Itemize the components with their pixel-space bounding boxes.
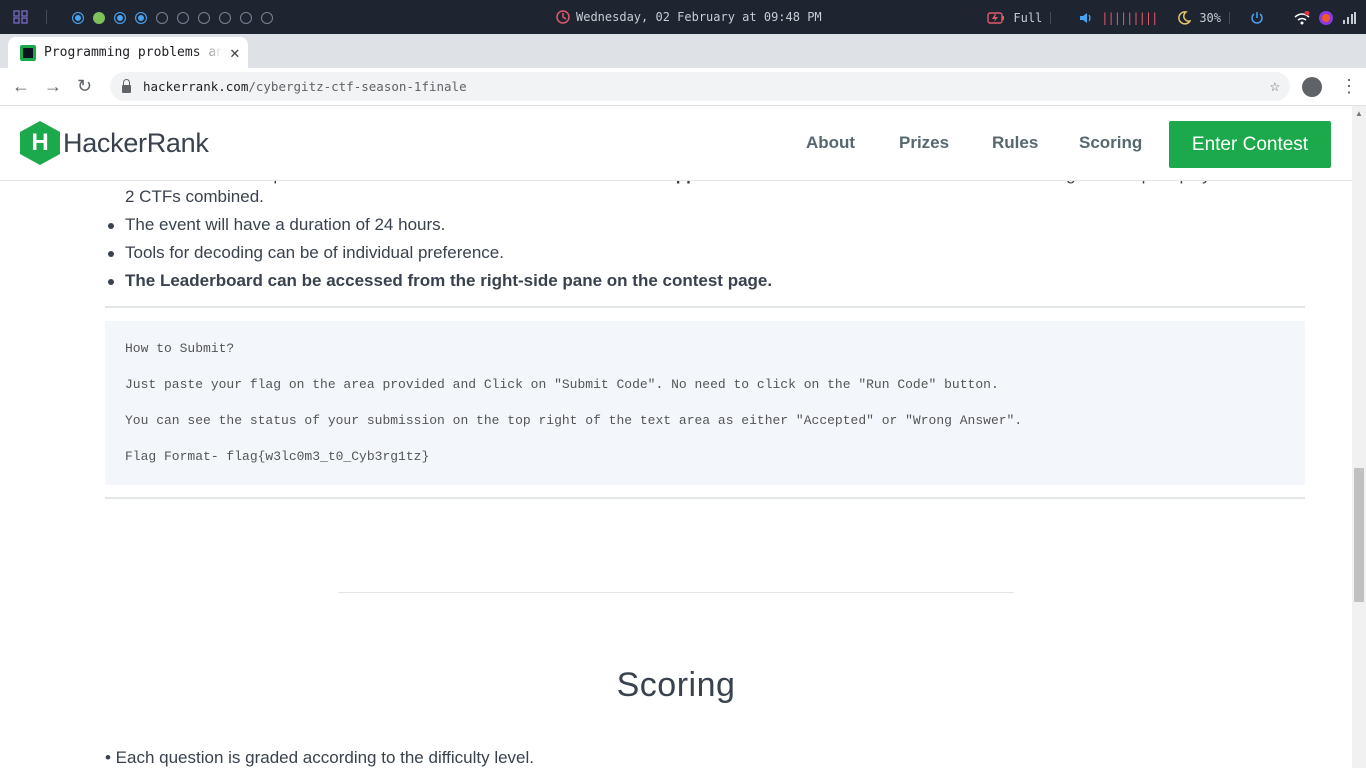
divider [105,497,1305,499]
workspace-dot[interactable] [240,12,252,24]
volume-level: ||||||||| [1101,11,1158,25]
battery-icon [987,12,1005,24]
rule-bold-text: The Leaderboard can be accessed from the… [125,271,773,290]
tab-title: Programming problems and Challenges | Ha… [44,45,222,60]
workspace-dot[interactable] [219,12,231,24]
url-host: hackerrank.com [143,79,249,94]
profile-avatar[interactable] [1302,77,1322,97]
nav-prizes[interactable]: Prizes [899,133,949,153]
submit-line: Just paste your flag on the area provide… [125,377,999,392]
section-title-scoring: Scoring [616,666,736,704]
forward-arrow-icon[interactable]: → [44,77,62,95]
divider [1050,12,1052,24]
browser-tab[interactable]: Programming problems and Challenges | Ha… [8,37,248,68]
address-bar[interactable]: hackerrank.com/cybergitz-ctf-season-1fin… [110,72,1290,101]
app-grid-icon[interactable] [13,10,29,24]
volume-icon[interactable] [1079,12,1093,24]
moon-icon [1178,11,1192,25]
workspace-dot[interactable] [135,12,147,24]
clock: Wednesday, 02 February at 09:48 PM [556,10,822,24]
hackerrank-hex-icon: H [20,121,60,165]
url-path: /cybergitz-ctf-season-1finale [248,79,467,94]
web-page: Final scores will be published on the CT… [0,106,1352,768]
list-item: The Leaderboard can be accessed from the… [108,270,1305,292]
divider [46,10,47,24]
workspace-dot[interactable] [177,12,189,24]
divider [105,306,1305,308]
logo-text: HackerRank [63,127,209,158]
site-header: H HackerRank About Prizes Rules Scoring … [0,106,1352,181]
reload-icon[interactable]: ↻ [77,77,92,95]
clock-text: Wednesday, 02 February at 09:48 PM [576,10,822,24]
signal-icon [1343,12,1356,24]
clock-icon [556,10,570,24]
battery-status: Full [1013,11,1043,25]
hackerrank-logo[interactable]: H HackerRank [20,121,209,165]
page-scrollbar[interactable]: ▲ [1352,106,1366,768]
close-tab-icon[interactable]: ✕ [230,43,240,62]
workspace-indicators [72,12,273,24]
nav-scoring[interactable]: Scoring [1079,133,1142,153]
list-item: Tools for decoding can be of individual … [108,242,1305,264]
bookmark-star-icon[interactable]: ☆ [1270,76,1280,96]
flag-format: Flag Format- flag{w3lc0m3_t0_Cyb3rg1tz} [125,449,430,464]
browser-tab-strip: Programming problems and Challenges | Ha… [0,34,1366,94]
workspace-dot[interactable] [261,12,273,24]
submit-heading: How to Submit? [125,341,235,356]
status-tray: Full ||||||||| 30% [987,10,1356,26]
divider [1229,12,1230,24]
nav-about[interactable]: About [806,133,855,153]
menu-kebab-icon[interactable]: ⋮ [1340,76,1358,97]
workspace-dot[interactable] [198,12,210,24]
workspace-dot[interactable] [93,12,105,24]
section-divider [338,592,1014,593]
rules-list: Final scores will be published on the CT… [108,164,1305,298]
system-status-bar: Wednesday, 02 February at 09:48 PM Full … [0,0,1366,34]
network-icon[interactable] [1294,11,1310,25]
workspace-dot[interactable] [114,12,126,24]
hackerrank-favicon-icon [20,44,36,61]
scoring-rule: • Each question is graded according to t… [105,748,535,767]
brightness-level: 30% [1199,11,1221,25]
browser-toolbar: ← → ↻ hackerrank.com/cybergitz-ctf-seaso… [0,68,1366,106]
contest-content: Final scores will be published on the CT… [0,106,1352,768]
enter-contest-button[interactable]: Enter Contest [1169,121,1331,168]
list-item: The event will have a duration of 24 hou… [108,214,1305,236]
firefox-icon[interactable] [1318,10,1334,26]
back-arrow-icon[interactable]: ← [12,77,30,95]
submit-line: You can see the status of your submissio… [125,413,1023,428]
scroll-up-arrow-icon[interactable]: ▲ [1355,109,1363,118]
nav-rules[interactable]: Rules [992,133,1038,153]
scrollbar-thumb[interactable] [1354,468,1364,602]
workspace-dot[interactable] [156,12,168,24]
submission-instructions-box: How to Submit? Just paste your flag on t… [105,321,1305,485]
power-icon[interactable] [1250,11,1264,25]
workspace-dot[interactable] [72,12,84,24]
lock-icon[interactable] [122,78,131,93]
